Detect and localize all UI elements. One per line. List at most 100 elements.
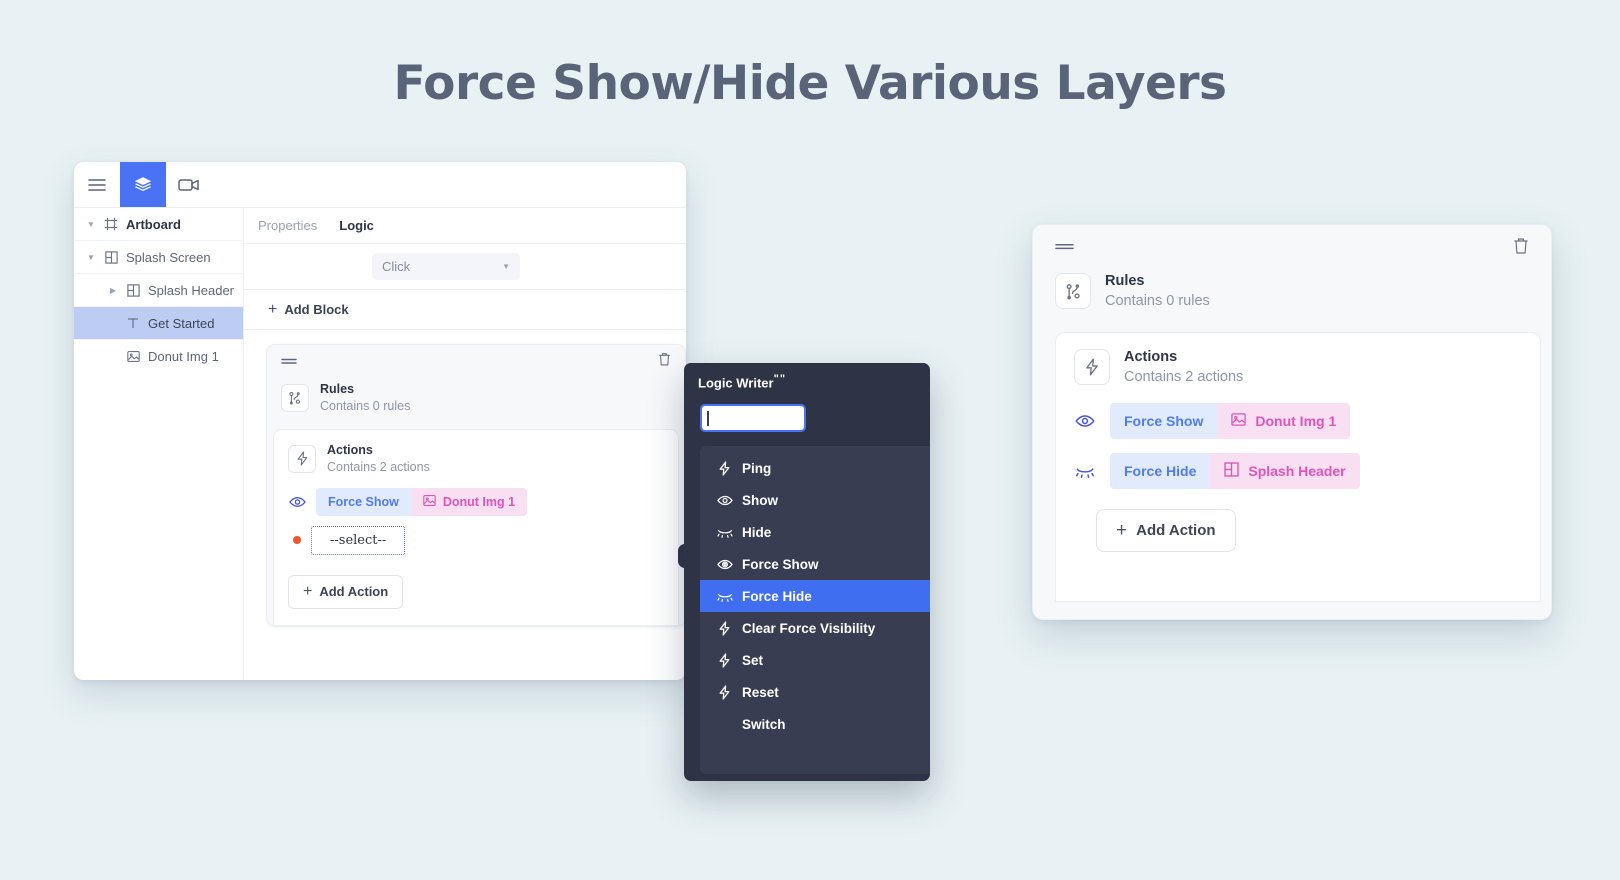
action-type-select[interactable]: --select-- <box>311 525 406 555</box>
logic-writer-title-suffix: "" <box>773 373 787 385</box>
option-ping[interactable]: Ping <box>700 452 930 484</box>
screenshot-root: Force Show/Hide Various Layers ▼ Artboar… <box>0 0 1620 880</box>
logic-writer-title-text: Logic Writer <box>698 375 774 391</box>
chevron-down-icon[interactable]: ▼ <box>82 253 100 262</box>
lightning-bolt-icon <box>716 461 733 476</box>
rules-summary: Rules Contains 0 rules <box>267 379 685 429</box>
search-input[interactable] <box>700 404 806 433</box>
rules-text-group: Rules Contains 0 rules <box>320 381 410 415</box>
action-chip-group[interactable]: Force Show Donut Img 1 <box>1110 403 1351 440</box>
editor-window: ▼ Artboard ▼ Splash Screen ▶ Splash Head… <box>74 162 686 680</box>
eye-closed-icon <box>1074 465 1096 478</box>
actions-subtitle: Contains 2 actions <box>327 459 430 474</box>
result-rules-summary: Rules Contains 0 rules <box>1033 271 1551 332</box>
image-icon <box>122 350 144 363</box>
add-block-label: Add Block <box>284 302 349 317</box>
plus-icon: + <box>303 582 313 600</box>
add-action-button[interactable]: + Add Action <box>288 574 404 609</box>
block-card-header <box>267 345 685 379</box>
rules-branch-icon <box>281 383 309 412</box>
action-verb-chip[interactable]: Force Show <box>316 487 411 516</box>
chevron-right-icon[interactable]: ▶ <box>104 286 122 295</box>
result-card: Rules Contains 0 rules Actions Contains … <box>1032 224 1552 620</box>
add-action-label: Add Action <box>319 584 389 599</box>
trash-icon[interactable] <box>1513 237 1529 260</box>
action-verb-chip[interactable]: Force Show <box>1110 403 1218 440</box>
option-force-hide[interactable]: Force Hide <box>700 580 930 613</box>
action-row[interactable]: Force Show Donut Img 1 <box>288 487 664 516</box>
action-chip-group[interactable]: Force Show Donut Img 1 <box>316 487 528 516</box>
tab-properties[interactable]: Properties <box>258 218 317 233</box>
tab-logic[interactable]: Logic <box>339 218 374 233</box>
result-action-row[interactable]: Force Hide Splash Header <box>1074 453 1540 490</box>
option-hide[interactable]: Hide <box>700 516 930 548</box>
layer-row-artboard[interactable]: ▼ Artboard <box>74 208 243 241</box>
actions-text-group: Actions Contains 2 actions <box>327 442 430 476</box>
layer-row-splash-screen[interactable]: ▼ Splash Screen <box>74 241 243 274</box>
layer-row-splash-header[interactable]: ▶ Splash Header <box>74 274 243 307</box>
page-title: Force Show/Hide Various Layers <box>393 56 1227 111</box>
actions-subtitle: Contains 2 actions <box>1124 368 1244 385</box>
action-target-chip[interactable]: Donut Img 1 <box>1217 403 1351 440</box>
option-label: Reset <box>742 684 779 700</box>
layer-row-get-started[interactable]: Get Started <box>74 307 243 340</box>
add-action-button[interactable]: + Add Action <box>1096 509 1236 553</box>
action-target-chip[interactable]: Splash Header <box>1210 453 1360 490</box>
option-label: Switch <box>742 716 786 732</box>
logic-writer-title: Logic Writer"" <box>684 363 930 390</box>
layer-label: Get Started <box>148 315 215 331</box>
option-switch[interactable]: Switch <box>700 708 930 740</box>
option-label: Force Hide <box>742 588 812 604</box>
layers-icon[interactable] <box>120 162 166 207</box>
actions-title: Actions <box>1124 348 1178 365</box>
trash-icon[interactable] <box>658 352 671 372</box>
layer-label: Artboard <box>126 216 181 232</box>
trigger-select[interactable]: Click ▼ <box>372 253 520 280</box>
drag-handle-icon[interactable] <box>1055 239 1074 257</box>
action-chip-group[interactable]: Force Hide Splash Header <box>1110 453 1360 490</box>
result-actions-summary: Actions Contains 2 actions <box>1074 347 1540 388</box>
option-show[interactable]: Show <box>700 484 930 516</box>
actions-section: Actions Contains 2 actions Force Show Do… <box>273 428 679 626</box>
option-label: Hide <box>742 524 772 540</box>
hamburger-menu-icon[interactable] <box>74 162 120 207</box>
option-label: Ping <box>742 460 772 476</box>
result-actions-text: Actions Contains 2 actions <box>1124 347 1243 388</box>
option-label: Show <box>742 492 778 508</box>
option-force-show[interactable]: Force Show <box>700 548 930 580</box>
actions-summary: Actions Contains 2 actions <box>288 442 664 476</box>
lightning-bolt-icon <box>716 653 733 668</box>
artboard-icon <box>100 217 122 231</box>
text-cursor <box>707 410 709 426</box>
layer-label: Splash Header <box>148 282 234 298</box>
option-clear-force-visibility[interactable]: Clear Force Visibility <box>700 612 930 644</box>
action-target-label: Donut Img 1 <box>442 494 516 509</box>
image-icon <box>423 494 436 510</box>
action-target-chip[interactable]: Donut Img 1 <box>410 487 528 516</box>
result-action-row[interactable]: Force Show Donut Img 1 <box>1074 403 1540 440</box>
text-icon <box>122 317 144 329</box>
lightning-bolt-icon <box>716 621 733 636</box>
editor-toolbar <box>74 162 686 208</box>
chevron-down-icon[interactable]: ▼ <box>82 220 100 229</box>
action-verb-chip[interactable]: Force Hide <box>1110 453 1211 490</box>
add-action-label: Add Action <box>1136 522 1216 540</box>
eye-open-icon <box>288 496 306 508</box>
add-block-button[interactable]: + Add Block <box>244 290 686 330</box>
option-reset[interactable]: Reset <box>700 676 930 708</box>
eye-open-icon <box>716 495 733 506</box>
logic-writer-option-list: Ping Show Hide Force Show Force Hide Cle… <box>700 446 930 775</box>
pending-action-row[interactable]: --select-- <box>288 525 664 555</box>
video-camera-icon[interactable] <box>166 162 212 207</box>
actions-title: Actions <box>327 442 373 457</box>
layer-label: Splash Screen <box>126 249 211 265</box>
logic-block-card: Rules Contains 0 rules Actions Contains … <box>266 344 686 627</box>
option-set[interactable]: Set <box>700 644 930 676</box>
lightning-bolt-icon <box>716 685 733 700</box>
result-actions-section: Actions Contains 2 actions Force Show Do… <box>1055 331 1541 602</box>
lightning-bolt-icon <box>288 444 316 473</box>
frame-icon <box>100 250 122 264</box>
layer-row-donut-img-1[interactable]: Donut Img 1 <box>74 340 243 373</box>
drag-handle-icon[interactable] <box>281 353 297 371</box>
editor-body: ▼ Artboard ▼ Splash Screen ▶ Splash Head… <box>74 208 686 680</box>
